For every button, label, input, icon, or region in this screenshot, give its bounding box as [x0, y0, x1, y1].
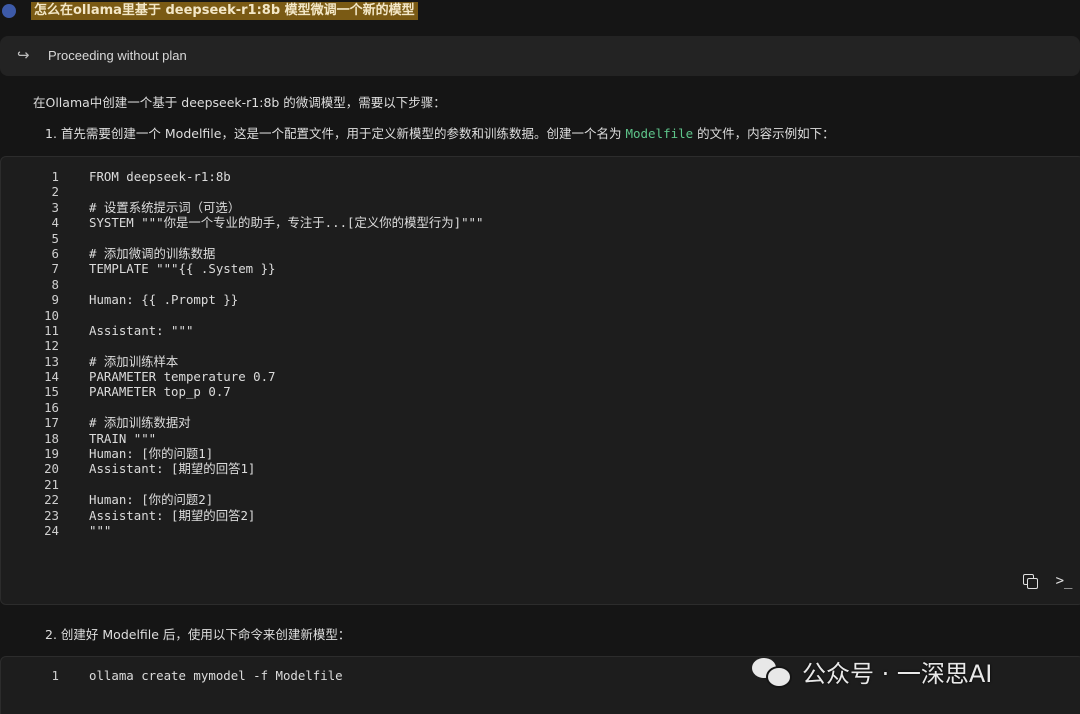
wechat-logo-icon	[752, 656, 792, 688]
code-line: 17 # 添加训练数据对	[1, 415, 1080, 430]
user-query: 怎么在ollama里基于 deepseek-r1:8b 模型微调一个新的模型	[0, 0, 1080, 24]
line-text: Assistant: """	[89, 322, 194, 338]
code-line: 5	[1, 231, 1080, 246]
line-text: # 设置系统提示词（可选）	[89, 199, 241, 215]
line-text: PARAMETER temperature 0.7	[89, 369, 276, 385]
step-2-text: 2. 创建好 Modelfile 后，使用以下命令来创建新模型：	[45, 624, 350, 643]
line-number: 8	[51, 276, 59, 292]
code-line: 19 Human: [你的问题1]	[1, 446, 1080, 461]
watermark-text: 公众号 · 一深思AI	[802, 659, 993, 688]
line-number: 3	[51, 199, 59, 215]
line-text: TRAIN """	[89, 430, 157, 446]
code-line: 18 TRAIN """	[1, 431, 1080, 446]
redirect-arrow-icon: ↪	[17, 46, 30, 64]
line-text: Human: [你的问题1]	[89, 446, 214, 462]
line-number: 23	[44, 507, 59, 523]
code-line: 13 # 添加训练样本	[1, 354, 1080, 369]
step-1-pre: 首先需要创建一个 Modelfile，这是一个配置文件，用于定义新模型的参数和训…	[60, 126, 626, 141]
line-number: 24	[44, 522, 59, 538]
line-number: 17	[44, 415, 59, 431]
line-text: Human: {{ .Prompt }}	[89, 292, 239, 308]
line-number: 11	[44, 322, 59, 338]
line-number: 14	[44, 369, 59, 385]
line-number: 21	[44, 476, 59, 492]
inline-code-modelfile: Modelfile	[625, 126, 694, 141]
answer-intro: 在Ollama中创建一个基于 deepseek-r1:8b 的微调模型，需要以下…	[33, 95, 446, 110]
line-number: 9	[51, 292, 59, 308]
line-text: ollama create mymodel -f Modelfile	[89, 668, 343, 683]
line-number: 12	[44, 338, 59, 354]
code-line: 20 Assistant: [期望的回答1]	[1, 461, 1080, 476]
line-text: Human: [你的问题2]	[89, 492, 214, 508]
code-line: 23 Assistant: [期望的回答2]	[1, 508, 1080, 523]
code-line: 21	[1, 477, 1080, 492]
code-line: 4 SYSTEM """你是一个专业的助手，专注于...[定义你的模型行为]"""	[1, 215, 1080, 230]
code-line: 8	[1, 277, 1080, 292]
line-number: 6	[51, 245, 59, 261]
step-1-number: 1.	[45, 126, 57, 141]
line-number: 20	[44, 461, 59, 477]
line-text: SYSTEM """你是一个专业的助手，专注于...[定义你的模型行为]"""	[89, 215, 484, 231]
code-line: 6 # 添加微调的训练数据	[1, 246, 1080, 261]
line-number: 1	[51, 668, 59, 683]
code-line: 10	[1, 308, 1080, 323]
code-line: 2	[1, 184, 1080, 199]
chat-page: 怎么在ollama里基于 deepseek-r1:8b 模型微调一个新的模型 ↪…	[0, 0, 1080, 714]
line-text: FROM deepseek-r1:8b	[89, 169, 231, 184]
line-text: """	[89, 522, 112, 538]
user-avatar	[2, 4, 16, 18]
line-number: 22	[44, 492, 59, 508]
line-number: 16	[44, 399, 59, 415]
copy-icon[interactable]	[1021, 572, 1039, 590]
code-line: 3 # 设置系统提示词（可选）	[1, 200, 1080, 215]
line-text: # 添加训练数据对	[89, 415, 191, 431]
line-number: 7	[51, 261, 59, 277]
line-text: # 添加训练样本	[89, 353, 179, 369]
step-2-number: 2.	[45, 627, 57, 642]
line-number: 19	[44, 446, 59, 462]
line-number: 1	[51, 169, 59, 184]
code-line: 24 """	[1, 523, 1080, 538]
step-2-body: 创建好 Modelfile 后，使用以下命令来创建新模型：	[60, 627, 351, 642]
line-number: 2	[51, 184, 59, 200]
line-text: TEMPLATE """{{ .System }}	[89, 261, 276, 277]
line-number: 5	[51, 230, 59, 246]
code-line: 16	[1, 400, 1080, 415]
step-1-post: 的文件，内容示例如下：	[693, 126, 835, 141]
terminal-icon[interactable]: >_	[1055, 572, 1073, 590]
code-line: 12	[1, 338, 1080, 353]
code-block-modelfile: 1 FROM deepseek-r1:8b 2 3 # 设置系统提示词（可选） 4 SYST…	[0, 156, 1080, 605]
plan-status-label: Proceeding without plan	[48, 48, 187, 63]
query-text: 怎么在ollama里基于 deepseek-r1:8b 模型微调一个新的模型	[31, 2, 418, 20]
watermark: 公众号 · 一深思AI	[752, 654, 992, 688]
code-line: 14 PARAMETER temperature 0.7	[1, 369, 1080, 384]
code-line: 11 Assistant: """	[1, 323, 1080, 338]
line-number: 4	[51, 215, 59, 231]
code-actions: >_	[1009, 572, 1073, 590]
line-text: Assistant: [期望的回答1]	[89, 461, 256, 477]
line-text: PARAMETER top_p 0.7	[89, 384, 231, 400]
line-number: 13	[44, 353, 59, 369]
plan-status-bar[interactable]: ↪ Proceeding without plan	[0, 36, 1080, 76]
code-line: 1 FROM deepseek-r1:8b	[1, 169, 1080, 184]
line-number: 15	[44, 384, 59, 400]
code-lines: 1 FROM deepseek-r1:8b 2 3 # 设置系统提示词（可选） 4 SYST…	[1, 169, 1080, 538]
line-text: # 添加微调的训练数据	[89, 245, 216, 261]
line-number: 18	[44, 430, 59, 446]
line-number: 10	[44, 307, 59, 323]
code-line: 22 Human: [你的问题2]	[1, 492, 1080, 507]
code-line: 9 Human: {{ .Prompt }}	[1, 292, 1080, 307]
line-text: Assistant: [期望的回答2]	[89, 507, 256, 523]
code-line: 7 TEMPLATE """{{ .System }}	[1, 261, 1080, 276]
step-1-text: 1. 首先需要创建一个 Modelfile，这是一个配置文件，用于定义新模型的参…	[45, 123, 835, 142]
code-line: 15 PARAMETER top_p 0.7	[1, 384, 1080, 399]
